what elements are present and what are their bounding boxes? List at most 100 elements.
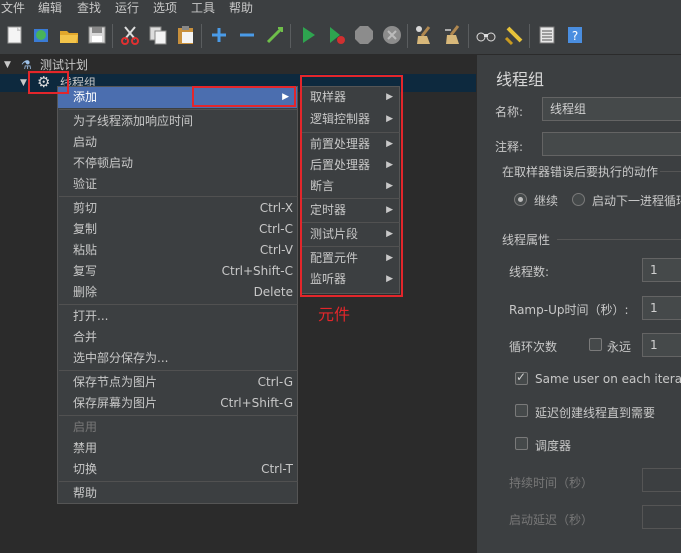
- menu-item-shortcut: Delete: [253, 285, 293, 299]
- help-icon[interactable]: ?: [564, 24, 586, 46]
- threads-label: 线程数:: [509, 265, 550, 279]
- menu-help[interactable]: 帮助: [229, 0, 253, 16]
- submenu-item-config-element[interactable]: 配置元件 ▶: [301, 248, 399, 269]
- delay-create-label: 延迟创建线程直到需要: [535, 406, 656, 420]
- menu-item-add-response-time[interactable]: 为子线程添加响应时间: [58, 111, 297, 132]
- menu-run[interactable]: 运行: [115, 0, 139, 16]
- radio-continue[interactable]: [514, 193, 527, 206]
- menu-item-delete[interactable]: 删除 Delete: [58, 282, 297, 303]
- submenu-item-assertion[interactable]: 断言 ▶: [301, 176, 399, 197]
- menu-item-start[interactable]: 启动: [58, 132, 297, 153]
- menu-item-help[interactable]: 帮助: [58, 483, 297, 504]
- submenu-item-post-processor[interactable]: 后置处理器 ▶: [301, 155, 399, 176]
- submenu-item-label: 测试片段: [310, 227, 359, 241]
- menu-item-paste[interactable]: 粘贴 Ctrl-V: [58, 240, 297, 261]
- menu-item-validate[interactable]: 验证: [58, 174, 297, 195]
- rampup-field[interactable]: 1: [642, 296, 681, 320]
- reset-search-icon[interactable]: [503, 24, 525, 46]
- clear-all-icon[interactable]: [442, 24, 464, 46]
- menu-item-shortcut: Ctrl+Shift-G: [220, 396, 293, 410]
- menu-item-duplicate[interactable]: 复写 Ctrl+Shift-C: [58, 261, 297, 282]
- menu-item-label: 为子线程添加响应时间: [73, 114, 194, 128]
- shutdown-icon[interactable]: [381, 24, 403, 46]
- menu-separator: [59, 304, 298, 305]
- toolbar-separator: [407, 24, 408, 48]
- menu-item-label: 不停顿启动: [73, 156, 134, 170]
- menu-item-disable[interactable]: 禁用: [58, 438, 297, 459]
- forever-checkbox[interactable]: [589, 338, 602, 351]
- open-icon[interactable]: [58, 24, 80, 46]
- save-icon[interactable]: [86, 24, 108, 46]
- same-user-checkbox[interactable]: [515, 370, 528, 385]
- comment-label: 注释:: [495, 140, 524, 154]
- collapse-icon[interactable]: [236, 24, 258, 46]
- menu-search[interactable]: 查找: [77, 0, 101, 16]
- comment-field[interactable]: [542, 132, 681, 156]
- copy-icon[interactable]: [147, 24, 169, 46]
- menu-file[interactable]: 文件: [1, 0, 25, 16]
- submenu-item-test-fragment[interactable]: 测试片段 ▶: [301, 224, 399, 245]
- menu-item-label: 切换: [73, 462, 98, 476]
- menu-item-merge[interactable]: 合并: [58, 327, 297, 348]
- menu-item-cut[interactable]: 剪切 Ctrl-X: [58, 198, 297, 219]
- name-field[interactable]: 线程组: [542, 97, 681, 121]
- chevron-right-icon: ▶: [386, 274, 393, 284]
- menu-options[interactable]: 选项: [153, 0, 177, 16]
- menu-item-label: 保存屏幕为图片: [73, 396, 158, 410]
- submenu-item-listener[interactable]: 监听器 ▶: [301, 269, 399, 290]
- scheduler-checkbox[interactable]: [515, 437, 528, 450]
- group-border: [660, 171, 681, 172]
- menu-separator: [59, 109, 298, 110]
- paste-icon[interactable]: [175, 24, 197, 46]
- chevron-right-icon: ▶: [282, 92, 289, 102]
- function-helper-icon[interactable]: [536, 24, 558, 46]
- menu-item-save-node-image[interactable]: 保存节点为图片 Ctrl-G: [58, 372, 297, 393]
- template-icon[interactable]: [30, 24, 52, 46]
- toggle-icon[interactable]: [264, 24, 286, 46]
- menu-item-label: 保存节点为图片: [73, 375, 158, 389]
- menu-item-label: 剪切: [73, 201, 98, 215]
- menu-item-add[interactable]: 添加 ▶: [58, 87, 297, 108]
- search-icon[interactable]: [475, 24, 497, 46]
- expand-icon[interactable]: [208, 24, 230, 46]
- cut-icon[interactable]: [119, 24, 141, 46]
- menu-item-toggle[interactable]: 切换 Ctrl-T: [58, 459, 297, 480]
- menu-item-save-screen-image[interactable]: 保存屏幕为图片 Ctrl+Shift-G: [58, 393, 297, 414]
- menu-tools[interactable]: 工具: [191, 0, 215, 16]
- threads-field[interactable]: 1: [642, 258, 681, 282]
- menu-item-copy[interactable]: 复制 Ctrl-C: [58, 219, 297, 240]
- clear-icon[interactable]: [414, 24, 436, 46]
- menu-item-shortcut: Ctrl-V: [259, 243, 293, 257]
- chevron-right-icon: ▶: [386, 92, 393, 102]
- menu-item-save-selection[interactable]: 选中部分保存为...: [58, 348, 297, 369]
- menu-item-start-no-pause[interactable]: 不停顿启动: [58, 153, 297, 174]
- submenu-item-label: 前置处理器: [310, 137, 371, 151]
- toolbar-separator: [290, 24, 291, 48]
- toolbar-separator: [468, 24, 469, 48]
- new-icon[interactable]: [4, 24, 26, 46]
- context-menu: 添加 ▶ 为子线程添加响应时间 启动 不停顿启动 验证 剪切 Ctrl-X 复制 C…: [57, 86, 298, 504]
- start-icon[interactable]: [297, 24, 319, 46]
- add-submenu: 取样器 ▶ 逻辑控制器 ▶ 前置处理器 ▶ 后置处理器 ▶ 断言 ▶ 定时器 ▶ 测试片段 ▶…: [300, 86, 400, 294]
- submenu-item-timer[interactable]: 定时器 ▶: [301, 200, 399, 221]
- menu-item-open[interactable]: 打开...: [58, 306, 297, 327]
- delay-create-checkbox[interactable]: [515, 404, 528, 417]
- submenu-item-logic-controller[interactable]: 逻辑控制器 ▶: [301, 109, 399, 130]
- menu-edit[interactable]: 编辑: [38, 0, 62, 16]
- loop-field[interactable]: 1: [642, 333, 681, 357]
- radio-next-loop[interactable]: [572, 193, 585, 206]
- submenu-item-pre-processor[interactable]: 前置处理器 ▶: [301, 134, 399, 155]
- radio-continue-label: 继续: [534, 194, 559, 208]
- stop-icon[interactable]: [353, 24, 375, 46]
- toolbar-separator: [112, 24, 113, 48]
- scheduler-label: 调度器: [535, 439, 572, 453]
- submenu-item-sampler[interactable]: 取样器 ▶: [301, 87, 399, 108]
- menu-item-label: 打开...: [73, 309, 109, 323]
- chevron-right-icon: ▶: [386, 139, 393, 149]
- toolbar-separator: [201, 24, 202, 48]
- submenu-item-label: 定时器: [310, 203, 347, 217]
- start-no-pause-icon[interactable]: [325, 24, 347, 46]
- chevron-down-icon[interactable]: ▼: [4, 56, 11, 74]
- menu-separator: [59, 196, 298, 197]
- chevron-down-icon[interactable]: ▼: [20, 74, 27, 92]
